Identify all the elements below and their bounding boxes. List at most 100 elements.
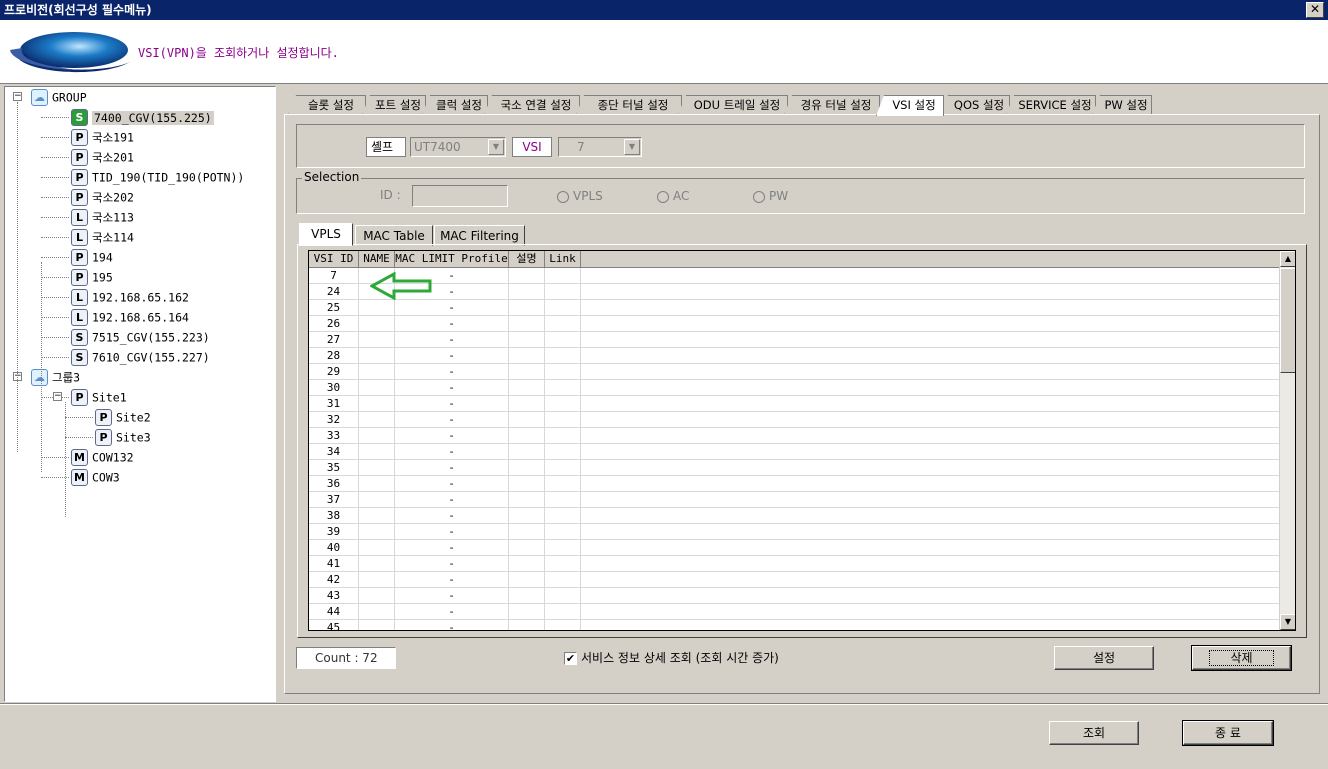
tab-3[interactable]: 국소 연결 설정 xyxy=(484,95,580,115)
radio-vpls[interactable]: VPLS xyxy=(557,188,603,204)
tab-6[interactable]: 경유 터널 설정 xyxy=(784,95,880,115)
id-input[interactable] xyxy=(412,185,508,207)
tab-4[interactable]: 종단 터널 설정 xyxy=(576,95,682,115)
detail-query-label: 서비스 정보 상세 조회 (조회 시간 증가) xyxy=(581,651,779,665)
tree-node[interactable]: P 194 xyxy=(71,247,113,267)
radio-ac[interactable]: AC xyxy=(657,188,689,204)
table-row[interactable]: 35 - xyxy=(309,460,1281,476)
tree-node[interactable]: ☁ GROUP xyxy=(31,87,87,107)
tab-7[interactable]: VSI 설정 xyxy=(876,95,944,116)
table-row[interactable]: 31 - xyxy=(309,396,1281,412)
tree-connector xyxy=(41,197,69,198)
column-header[interactable] xyxy=(581,251,1281,268)
device-tree[interactable]: ☁ GROUP − S 7400_CGV(155.225) P 국소191 P 국소201 P TI… xyxy=(4,86,276,702)
tab-0[interactable]: 슬롯 설정 xyxy=(288,95,366,115)
count-display: Count : 72 xyxy=(296,647,396,669)
table-row[interactable]: 29 - xyxy=(309,364,1281,380)
table-row[interactable]: 24- xyxy=(309,284,1281,300)
radio-pw[interactable]: PW xyxy=(753,188,788,204)
table-row[interactable]: 33 - xyxy=(309,428,1281,444)
table-row[interactable]: 37 - xyxy=(309,492,1281,508)
collapse-icon[interactable]: − xyxy=(13,92,22,101)
tree-node[interactable]: P Site3 xyxy=(95,427,151,447)
tree-node[interactable]: M COW3 xyxy=(71,467,120,487)
tab-mac-table[interactable]: MAC Table xyxy=(355,225,433,246)
radio-vpls-label: VPLS xyxy=(573,189,603,203)
table-row[interactable]: 38 - xyxy=(309,508,1281,524)
tree-node[interactable]: ☁ 그룹3 xyxy=(31,367,80,387)
table-row[interactable]: 45 - xyxy=(309,620,1281,630)
table-cell xyxy=(509,380,545,396)
table-row[interactable]: 25 - xyxy=(309,300,1281,316)
table-row[interactable]: 28 - xyxy=(309,348,1281,364)
query-button[interactable]: 조회 xyxy=(1049,721,1139,745)
table-cell: - xyxy=(395,380,509,396)
set-button[interactable]: 설정 xyxy=(1054,646,1154,670)
exit-button[interactable]: 종 료 xyxy=(1182,720,1274,746)
vertical-scrollbar[interactable]: ▲ ▼ xyxy=(1279,251,1295,630)
tree-connector xyxy=(65,437,93,438)
vsi-grid[interactable]: VSI ID NAME MAC LIMIT Profile 설명 Link 7-24-2… xyxy=(308,250,1296,631)
table-row[interactable]: 36 - xyxy=(309,476,1281,492)
tree-node[interactable]: L 192.168.65.162 xyxy=(71,287,189,307)
checkmark-icon[interactable]: ✔ xyxy=(564,652,577,665)
table-row[interactable]: 32 - xyxy=(309,412,1281,428)
tree-node[interactable]: M COW132 xyxy=(71,447,134,467)
tab-8[interactable]: QOS 설정 xyxy=(940,95,1010,115)
tree-node[interactable]: P TID_190(TID_190(POTN)) xyxy=(71,167,244,187)
scroll-thumb[interactable] xyxy=(1280,268,1295,373)
shelf-value: UT7400 xyxy=(414,140,461,154)
vsi-select[interactable]: 7 ▼ xyxy=(558,137,642,157)
collapse-icon[interactable]: − xyxy=(53,392,62,401)
tree-node[interactable]: P Site2 xyxy=(95,407,151,427)
table-cell xyxy=(359,508,395,524)
table-row[interactable]: 39 - xyxy=(309,524,1281,540)
chevron-down-icon[interactable]: ▼ xyxy=(624,139,640,155)
tab-10[interactable]: PW 설정 xyxy=(1092,95,1152,115)
table-row[interactable]: 43 - xyxy=(309,588,1281,604)
table-row[interactable]: 34 - xyxy=(309,444,1281,460)
tree-connector xyxy=(41,277,69,278)
table-row[interactable]: 27 - xyxy=(309,332,1281,348)
table-row[interactable]: 41 - xyxy=(309,556,1281,572)
tree-node[interactable]: L 192.168.65.164 xyxy=(71,307,189,327)
tab-2[interactable]: 클럭 설정 xyxy=(422,95,488,115)
column-header[interactable]: Link xyxy=(545,251,581,268)
tab-1[interactable]: 포트 설정 xyxy=(362,95,426,115)
table-row[interactable]: 44 - xyxy=(309,604,1281,620)
table-row[interactable]: 42 - xyxy=(309,572,1281,588)
tree-connector xyxy=(41,357,69,358)
scroll-up-icon[interactable]: ▲ xyxy=(1280,251,1295,267)
close-button[interactable]: ✕ xyxy=(1306,2,1324,18)
column-header[interactable]: NAME xyxy=(359,251,395,268)
tab-9[interactable]: SERVICE 설정 xyxy=(1006,95,1096,115)
detail-query-checkbox[interactable]: ✔ 서비스 정보 상세 조회 (조회 시간 증가) xyxy=(564,650,779,666)
tree-node[interactable]: S 7515_CGV(155.223) xyxy=(71,327,210,347)
table-row[interactable]: 26 - xyxy=(309,316,1281,332)
column-header[interactable]: VSI ID xyxy=(309,251,359,268)
tree-node[interactable]: P 국소201 xyxy=(71,147,134,167)
node-s-icon: S xyxy=(71,349,88,366)
delete-button[interactable]: 삭제 xyxy=(1191,645,1292,671)
tree-node[interactable]: P 국소202 xyxy=(71,187,134,207)
column-header[interactable]: 설명 xyxy=(509,251,545,268)
tree-node[interactable]: P 195 xyxy=(71,267,113,287)
tab-5[interactable]: ODU 트레일 설정 xyxy=(678,95,788,115)
scroll-down-icon[interactable]: ▼ xyxy=(1280,614,1295,630)
tree-node[interactable]: S 7400_CGV(155.225) xyxy=(71,107,214,127)
table-row[interactable]: 40 - xyxy=(309,540,1281,556)
tree-node[interactable]: L 국소114 xyxy=(71,227,134,247)
column-header[interactable]: MAC LIMIT Profile xyxy=(395,251,509,268)
tab-vpls[interactable]: VPLS xyxy=(299,223,353,246)
node-l-icon: L xyxy=(71,209,88,226)
shelf-select[interactable]: UT7400 ▼ xyxy=(410,137,506,157)
tree-node[interactable]: L 국소113 xyxy=(71,207,134,227)
tree-node[interactable]: P 국소191 xyxy=(71,127,134,147)
table-cell xyxy=(359,300,395,316)
table-row[interactable]: 7- xyxy=(309,268,1281,284)
table-row[interactable]: 30 - xyxy=(309,380,1281,396)
tab-mac-filtering[interactable]: MAC Filtering xyxy=(434,225,525,246)
chevron-down-icon[interactable]: ▼ xyxy=(488,139,504,155)
tree-node[interactable]: S 7610_CGV(155.227) xyxy=(71,347,210,367)
tree-node[interactable]: P Site1 xyxy=(71,387,127,407)
